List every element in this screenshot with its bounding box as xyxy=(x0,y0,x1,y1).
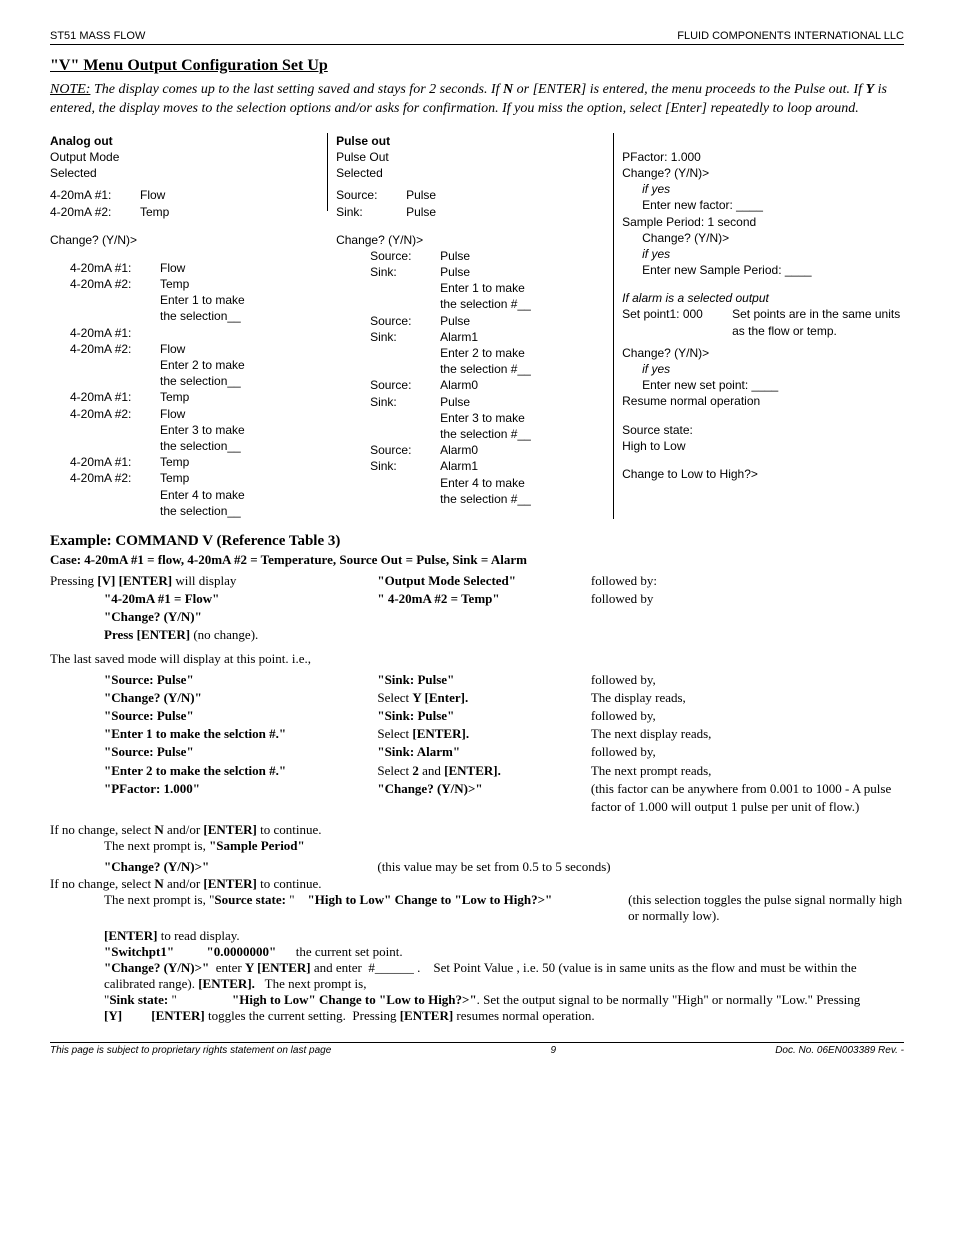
page-header: ST51 MASS FLOW FLUID COMPONENTS INTERNAT… xyxy=(50,30,904,45)
col-analog-out: Analog out Output Mode Selected 4-20mA #… xyxy=(50,133,328,519)
page-number: 9 xyxy=(550,1045,556,1056)
section-title: "V" Menu Output Configuration Set Up xyxy=(50,57,904,75)
case-line: Case: 4-20mA #1 = flow, 4-20mA #2 = Temp… xyxy=(50,552,904,568)
col-settings: PFactor: 1.000 Change? (Y/N)> if yes Ent… xyxy=(614,133,904,519)
header-left: ST51 MASS FLOW xyxy=(50,30,145,42)
example-title: Example: COMMAND V (Reference Table 3) xyxy=(50,533,904,550)
footer-right: Doc. No. 06EN003389 Rev. - xyxy=(775,1045,904,1056)
note-label: NOTE: xyxy=(50,82,90,97)
page-footer: This page is subject to proprietary righ… xyxy=(50,1042,904,1056)
header-right: FLUID COMPONENTS INTERNATIONAL LLC xyxy=(677,30,904,42)
footer-left: This page is subject to proprietary righ… xyxy=(50,1045,331,1056)
note-block: NOTE: The display comes up to the last s… xyxy=(50,81,904,119)
example-body: Pressing [V] [ENTER] will display "4-20m… xyxy=(50,572,904,645)
menu-columns: Analog out Output Mode Selected 4-20mA #… xyxy=(50,133,904,519)
col-pulse-out: Pulse out Pulse Out Selected Source:Puls… xyxy=(328,133,614,519)
